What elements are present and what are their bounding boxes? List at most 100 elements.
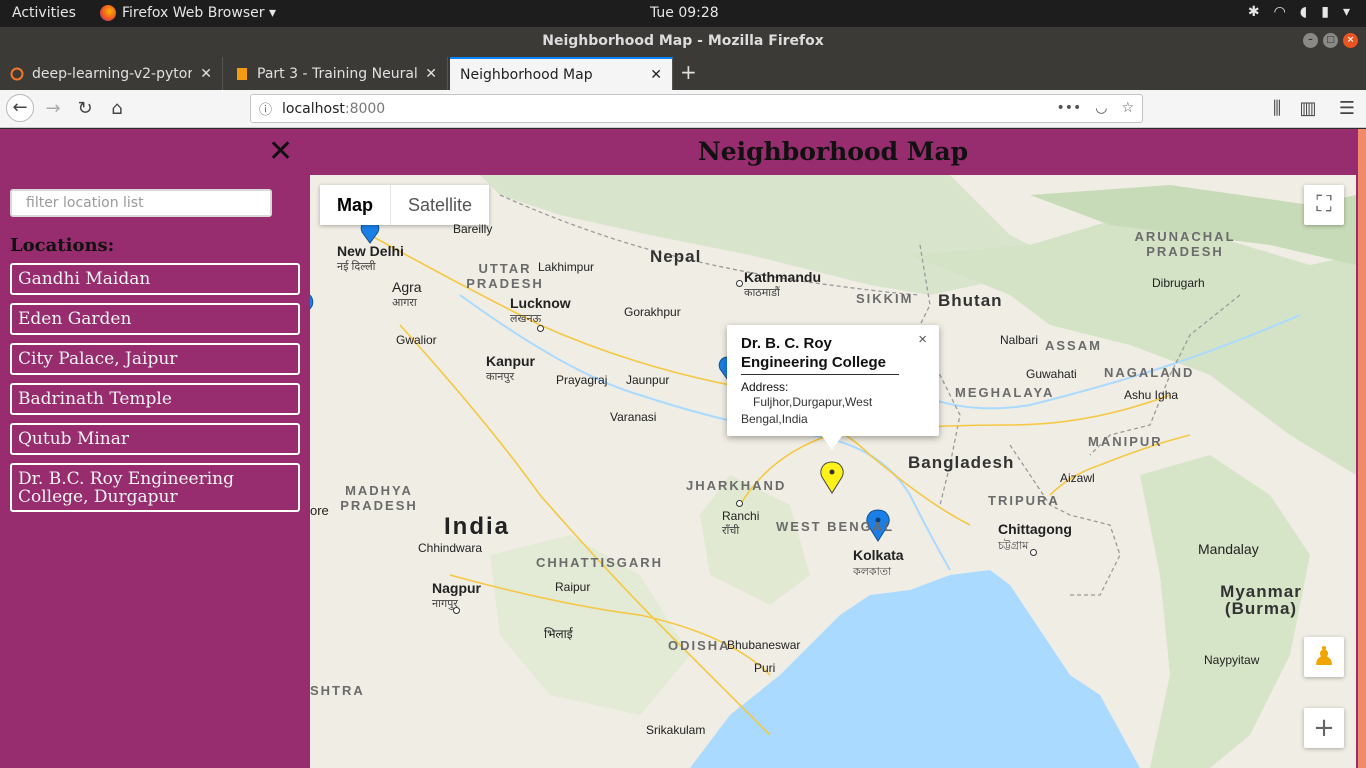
location-item[interactable]: Gandhi Maidan [10, 263, 300, 295]
map-city-label: Guwahati [1026, 367, 1077, 381]
firefox-icon [100, 5, 116, 21]
city-dot [736, 500, 743, 507]
page-title: Neighborhood Map [697, 137, 969, 166]
map-label: MADHYA PRADESH [340, 483, 418, 513]
volume-icon: ◖ [1299, 4, 1308, 20]
location-item[interactable]: Badrinath Temple [10, 383, 300, 415]
app-menu[interactable]: Firefox Web Browser ▾ [100, 5, 276, 21]
minimize-button[interactable]: – [1303, 33, 1318, 48]
info-window-address: Fuljhor,Durgapur,West Bengal,India [741, 395, 873, 426]
zoom-in-button[interactable]: + [1304, 708, 1344, 748]
city-name: Ranchi [722, 509, 760, 523]
map-pin-jaipur [310, 294, 314, 310]
wifi-icon: ◠ [1273, 4, 1286, 20]
location-item[interactable]: Eden Garden [10, 303, 300, 335]
city-name-local: राँची [722, 525, 740, 537]
close-icon[interactable]: ✕ [425, 66, 437, 82]
location-item[interactable]: Qutub Minar [10, 423, 300, 455]
url-host: localhost [282, 100, 345, 117]
info-window-address-label: Address: [741, 380, 789, 394]
tab-label: deep-learning-v2-pytorch [32, 65, 193, 82]
system-top-bar: Activities Firefox Web Browser ▾ Tue 09:… [0, 0, 1366, 27]
locations-sidebar: ✕ Locations: Gandhi Maidan Eden Garden C… [0, 129, 310, 768]
map-city-label: Raipur [555, 580, 591, 594]
map-type-control: Map Satellite [320, 185, 490, 225]
google-map[interactable]: Map Satellite ⛶ ♟ + Nepal Bhutan Banglad… [310, 175, 1356, 768]
chevron-down-icon: ▾ [1342, 4, 1350, 20]
location-item[interactable]: City Palace, Jaipur [10, 343, 300, 375]
library-icon[interactable]: ⫼ [1264, 96, 1290, 122]
close-sidebar-icon[interactable]: ✕ [268, 137, 293, 167]
home-icon[interactable]: ⌂ [104, 96, 130, 122]
map-label: TRIPURA [988, 493, 1060, 508]
battery-icon: ▮ [1321, 4, 1329, 20]
city-dot [1030, 549, 1037, 556]
maximize-button[interactable]: □ [1323, 33, 1338, 48]
city-name: Nagpur [432, 580, 481, 596]
tab-neighborhood-map[interactable]: Neighborhood Map ✕ [450, 57, 673, 90]
map-type-satellite-button[interactable]: Satellite [391, 185, 489, 225]
city-name: Lucknow [510, 295, 571, 311]
close-icon[interactable]: ✕ [650, 67, 662, 83]
tab-part3[interactable]: Part 3 - Training Neural N ✕ [225, 57, 448, 90]
new-tab-button[interactable]: + [680, 60, 697, 84]
map-label: Bhutan [938, 291, 1003, 310]
window-title: Neighborhood Map - Mozilla Firefox [542, 33, 824, 49]
sidebar-icon[interactable]: ▥ [1295, 96, 1321, 122]
city-name: Agra [392, 279, 422, 295]
scrollbar[interactable] [1358, 129, 1366, 768]
menu-icon[interactable]: ☰ [1334, 96, 1360, 122]
map-type-map-button[interactable]: Map [320, 185, 391, 225]
forward-button[interactable]: → [40, 96, 66, 122]
map-label: UTTAR PRADESH [466, 261, 544, 291]
tab-deep-learning[interactable]: deep-learning-v2-pytorch ✕ [0, 57, 223, 90]
map-city-label: Dibrugarh [1152, 276, 1205, 290]
info-window: Dr. B. C. Roy Engineering College Addres… [727, 325, 939, 450]
url-bar[interactable]: ⓘ localhost:8000 ••• ◡ ☆ [250, 94, 1143, 123]
map-label: ASSAM [1045, 338, 1102, 353]
map-city-label: Gwalior [396, 333, 437, 347]
map-city-label: Ashu Igha [1124, 388, 1179, 402]
system-tray[interactable]: ✱ ◠ ◖ ▮ ▾ [1248, 4, 1350, 20]
city-dot [453, 607, 460, 614]
map-city-label: भिलाई [544, 627, 573, 641]
city-name: New Delhi [337, 243, 404, 259]
reload-button[interactable]: ↻ [72, 96, 98, 122]
pocket-icon[interactable]: ◡ [1095, 100, 1107, 116]
book-icon [237, 67, 247, 80]
locations-heading: Locations: [10, 235, 115, 256]
clock[interactable]: Tue 09:28 [650, 5, 719, 21]
app-menu-label: Firefox Web Browser ▾ [122, 5, 276, 21]
tab-label: Neighborhood Map [460, 66, 593, 83]
map-label: SIKKIM [856, 291, 914, 306]
pegman-icon[interactable]: ♟ [1304, 637, 1344, 677]
map-city-label: Jaunpur [626, 373, 670, 387]
map-label: SHTRA [310, 683, 365, 698]
map-city-label: Naypyitaw [1204, 653, 1260, 667]
filter-input[interactable] [10, 189, 272, 217]
close-icon[interactable]: ✕ [200, 66, 212, 82]
info-icon[interactable]: ⓘ [259, 99, 272, 118]
map-city-label: Bhubaneswar [727, 638, 801, 652]
map-city-label: ore [310, 503, 329, 518]
map-city-label: New Delhi नई दिल्ली [337, 243, 404, 274]
fullscreen-button[interactable]: ⛶ [1304, 185, 1344, 225]
close-window-button[interactable]: × [1343, 33, 1358, 48]
city-name-local: आगरा [392, 297, 417, 309]
bookmark-star-icon[interactable]: ☆ [1121, 100, 1134, 116]
activities-button[interactable]: Activities [12, 5, 76, 21]
page-actions-icon[interactable]: ••• [1056, 100, 1081, 116]
map-city-label: Chhindwara [418, 541, 483, 555]
map-label: MANIPUR [1088, 434, 1163, 449]
location-item[interactable]: Dr. B.C. Roy Engineering College, Durgap… [10, 463, 300, 512]
map-city-label: Kolkata কলকাতা [853, 547, 904, 582]
tab-label: Part 3 - Training Neural N [257, 65, 418, 82]
map-city-label: Lucknow लखनऊ [510, 295, 571, 326]
map-city-label: Gorakhpur [624, 305, 681, 319]
map-city-label: Ranchi राँची [722, 509, 759, 538]
accessibility-icon[interactable]: ✱ [1248, 4, 1260, 20]
city-name: Kolkata [853, 547, 904, 563]
navigation-toolbar: ← → ↻ ⌂ ⓘ localhost:8000 ••• ◡ ☆ ⫼ ▥ ☰ [0, 90, 1366, 128]
close-icon[interactable]: × [918, 331, 927, 348]
back-button[interactable]: ← [6, 94, 34, 122]
